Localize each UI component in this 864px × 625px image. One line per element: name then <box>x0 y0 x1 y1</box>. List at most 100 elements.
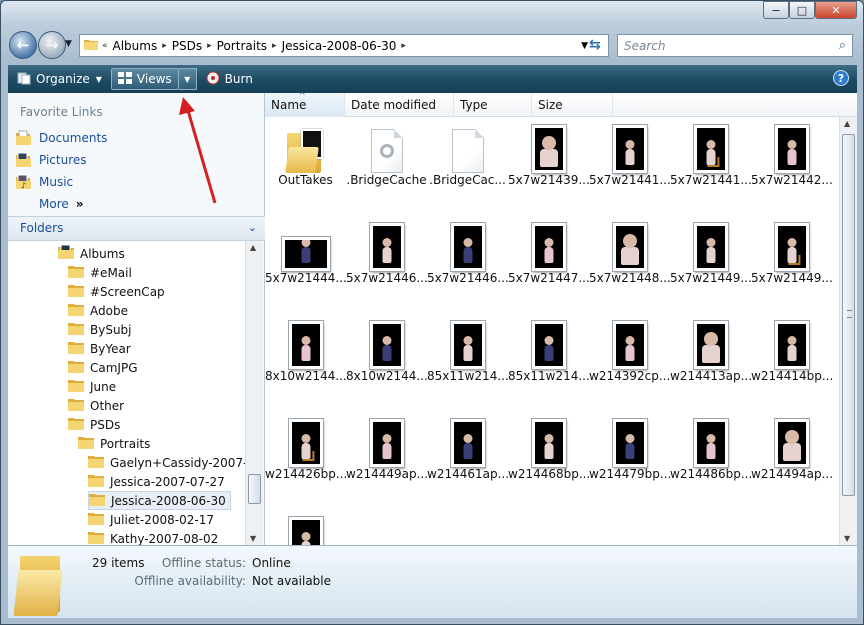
folder-tree-item[interactable]: Portraits <box>78 434 150 453</box>
file-item[interactable]: w214413ap... <box>670 315 751 413</box>
file-item[interactable]: w214461ap... <box>427 413 508 511</box>
recent-pages-dropdown[interactable]: ▼ <box>65 39 72 49</box>
file-item[interactable]: 5x7w21446... <box>346 217 427 315</box>
file-item[interactable]: w214468bp... <box>508 413 589 511</box>
file-item[interactable]: w214494ap... <box>751 413 832 511</box>
scroll-up-arrow[interactable]: ▲ <box>844 119 850 128</box>
fav-documents[interactable]: Documents <box>14 127 107 149</box>
views-button[interactable]: Views <box>110 68 179 90</box>
folder-tree-item[interactable]: #eMail <box>68 263 132 282</box>
burn-button[interactable]: Burn <box>200 68 259 90</box>
photo-thumbnail <box>774 125 809 173</box>
folder-tree-item[interactable]: CamJPG <box>68 358 138 377</box>
folder-tree-item[interactable]: Juliet-2008-02-17 <box>88 510 214 529</box>
file-item[interactable]: w214426bp... <box>265 413 346 511</box>
thumbnail <box>670 319 751 369</box>
crumb-albums[interactable]: Albums <box>108 39 163 53</box>
file-item[interactable]: 85x11w214... <box>427 315 508 413</box>
search-icon[interactable]: ⌕ <box>839 38 846 53</box>
folders-header[interactable]: Folders ⌄ <box>8 216 265 241</box>
folder-icon <box>88 511 104 528</box>
file-item[interactable]: 5x7w21442... <box>751 119 832 217</box>
minimize-button[interactable]: − <box>763 1 789 19</box>
file-item[interactable]: w214479bp... <box>589 413 670 511</box>
scroll-down-arrow[interactable]: ▼ <box>844 534 850 543</box>
file-item[interactable]: w214414bp... <box>751 315 832 413</box>
fav-music-label: Music <box>39 175 74 189</box>
folder-tree-item[interactable]: Kathy-2007-08-02 <box>88 529 218 545</box>
fav-pictures-label: Pictures <box>39 153 87 167</box>
thumbnail <box>346 123 427 173</box>
fav-pictures[interactable]: Pictures <box>14 149 107 171</box>
organize-button[interactable]: Organize ▼ <box>11 68 108 90</box>
file-item[interactable]: w214392cp... <box>589 315 670 413</box>
photo-thumbnail <box>531 223 566 271</box>
file-item[interactable]: w214486bp... <box>670 413 751 511</box>
file-item[interactable]: 5x7w21441... <box>670 119 751 217</box>
file-item[interactable]: 5x7w21449... <box>751 217 832 315</box>
file-item[interactable]: 5x7w21448... <box>589 217 670 315</box>
refresh-icon[interactable]: ⇆ <box>589 37 601 53</box>
crumb-portraits[interactable]: Portraits <box>212 39 272 53</box>
file-item[interactable]: 5x7w21447... <box>508 217 589 315</box>
folder-tree-item[interactable]: Gaelyn+Cassidy-2007-08- <box>88 453 245 472</box>
file-item[interactable]: .BridgeCac... <box>427 119 508 217</box>
views-dropdown-button[interactable]: ▼ <box>178 68 197 90</box>
folder-tree-item[interactable]: June <box>68 377 116 396</box>
file-item[interactable] <box>265 511 346 545</box>
photo-thumbnail <box>281 237 330 271</box>
file-list-scrollbar[interactable]: ▲ ▼ <box>839 117 857 545</box>
file-name: 5x7w21447... <box>508 271 589 285</box>
file-item[interactable]: 5x7w21439... <box>508 119 589 217</box>
folder-tree-label: Adobe <box>90 303 128 318</box>
back-button[interactable]: ← <box>9 31 37 59</box>
crumb-current[interactable]: Jessica-2008-06-30 <box>277 39 402 53</box>
scroll-up-arrow[interactable]: ▲ <box>250 243 256 252</box>
close-button[interactable]: ✕ <box>815 1 857 19</box>
file-item[interactable]: 5x7w21444... <box>265 217 346 315</box>
folder-tree-item[interactable]: Jessica-2007-07-27 <box>88 472 225 491</box>
file-name: 5x7w21444... <box>265 271 346 285</box>
scrollbar-thumb[interactable] <box>842 134 855 496</box>
file-item[interactable]: w214449ap... <box>346 413 427 511</box>
file-item[interactable]: 8x10w2144... <box>346 315 427 413</box>
folder-tree-item[interactable]: PSDs <box>68 415 120 434</box>
maximize-button[interactable]: □ <box>789 1 815 19</box>
chevron-right-icon[interactable]: ▸ <box>401 41 406 51</box>
folder-tree-scrollbar[interactable]: ▲ ▼ <box>245 241 263 545</box>
scroll-down-arrow[interactable]: ▼ <box>250 534 256 543</box>
folder-tree-item[interactable]: ByYear <box>68 339 131 358</box>
folder-tree-item[interactable]: #ScreenCap <box>68 282 165 301</box>
folder-tree-item[interactable]: BySubj <box>68 320 132 339</box>
forward-button[interactable]: → <box>38 31 66 59</box>
thumbnail <box>508 417 589 467</box>
column-date-modified[interactable]: Date modified <box>345 93 454 117</box>
file-item[interactable]: .BridgeCache <box>346 119 427 217</box>
folder-tree-item[interactable]: Adobe <box>68 301 128 320</box>
folder-tree-label: Jessica-2007-07-27 <box>110 474 225 489</box>
file-item[interactable]: 8x10w2144... <box>265 315 346 413</box>
scrollbar-thumb[interactable] <box>248 474 261 504</box>
crumb-psds[interactable]: PSDs <box>167 39 207 53</box>
file-name: w214449ap... <box>346 467 427 481</box>
address-dropdown[interactable]: ▼ <box>581 41 588 51</box>
column-name[interactable]: ^ Name <box>265 91 345 117</box>
folder-tree-item[interactable]: Other <box>68 396 124 415</box>
column-type[interactable]: Type <box>454 93 532 117</box>
help-icon[interactable]: ? <box>833 70 849 86</box>
file-item[interactable]: 85x11w214... <box>508 315 589 413</box>
title-bar[interactable]: − □ ✕ <box>1 1 863 27</box>
folder-item[interactable]: OutTakes <box>265 119 346 217</box>
search-input[interactable]: Search ⌕ <box>617 34 853 57</box>
file-item[interactable]: 5x7w21446... <box>427 217 508 315</box>
fav-more[interactable]: More » <box>14 193 107 215</box>
file-item[interactable]: 5x7w21441... <box>589 119 670 217</box>
file-item[interactable]: 5x7w21449... <box>670 217 751 315</box>
thumbnail <box>265 123 346 173</box>
column-size[interactable]: Size <box>532 93 613 117</box>
address-bar[interactable]: « Albums ▸ PSDs ▸ Portraits ▸ Jessica-20… <box>79 34 609 57</box>
folder-tree-item[interactable]: Jessica-2008-06-30 <box>88 491 231 510</box>
folder-tree-item[interactable]: Albums <box>58 244 125 263</box>
fav-music[interactable]: ♪ Music <box>14 171 107 193</box>
file-name: 5x7w21448... <box>589 271 670 285</box>
